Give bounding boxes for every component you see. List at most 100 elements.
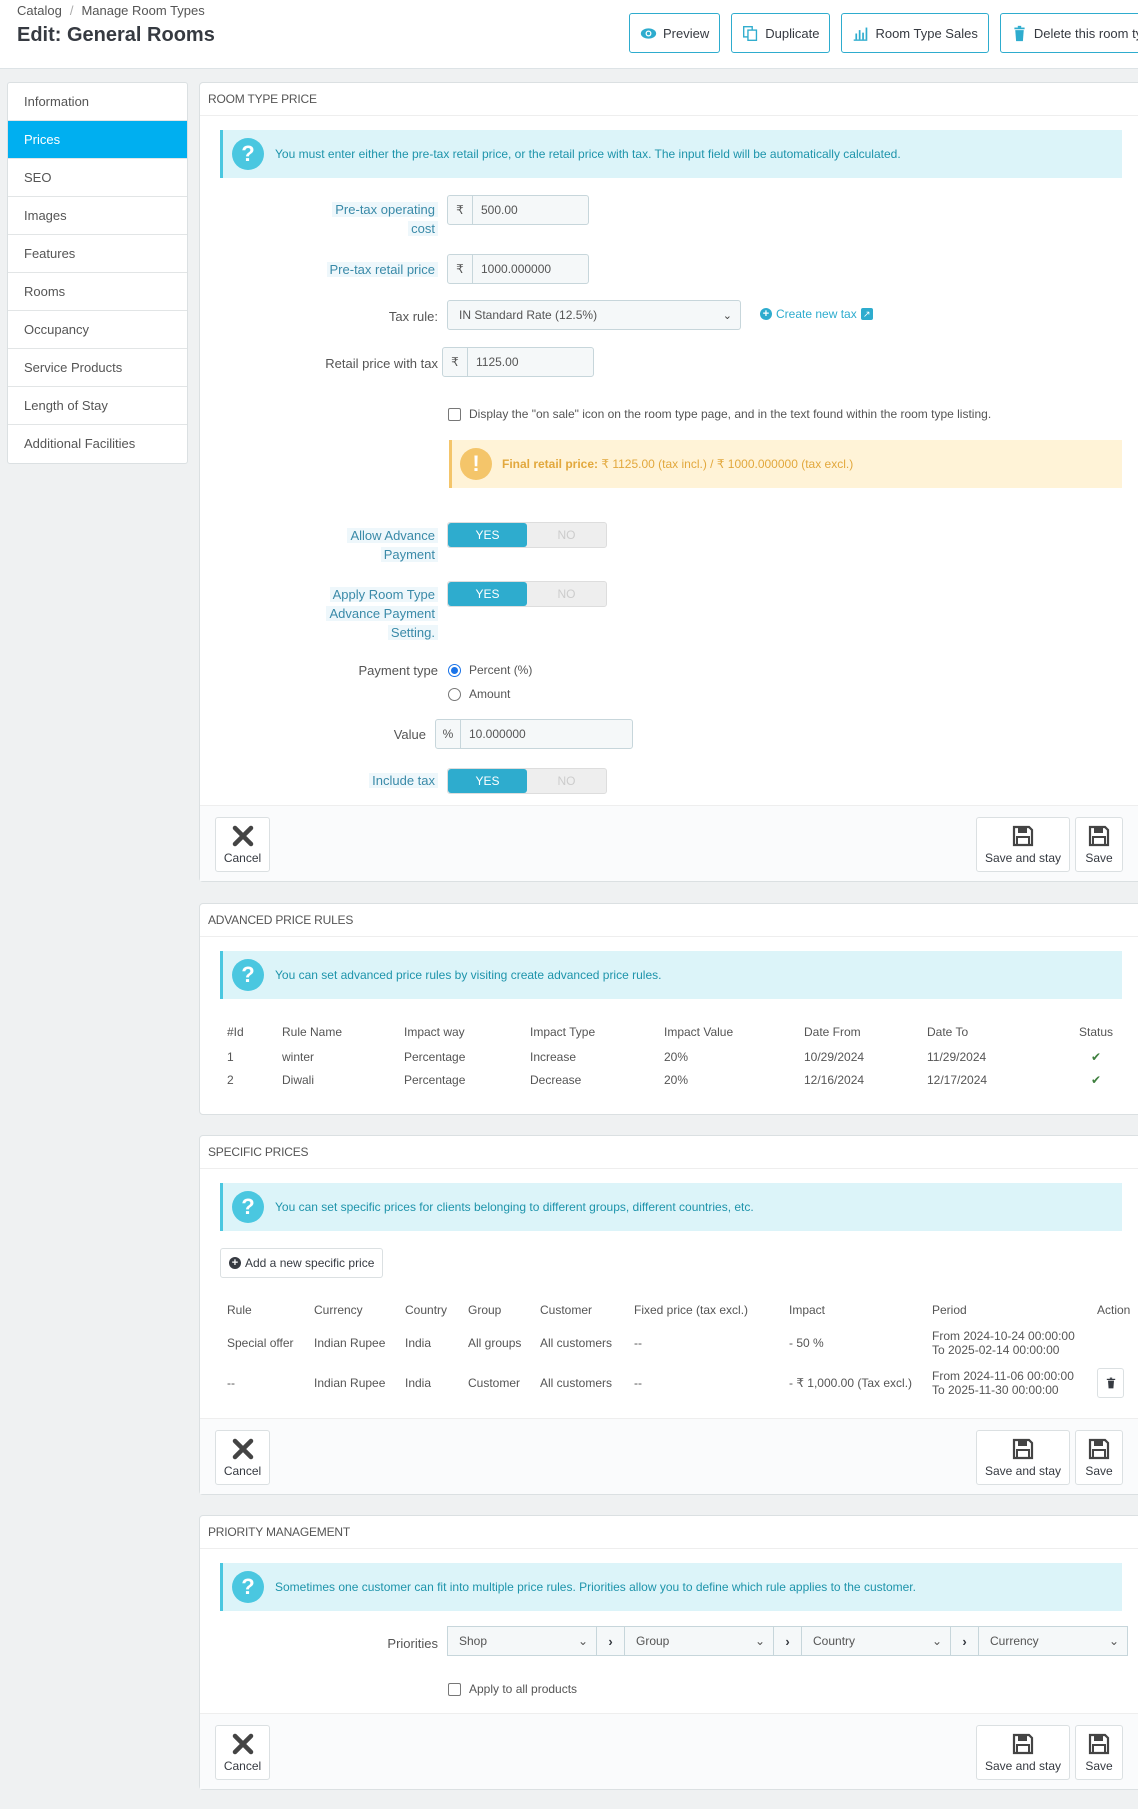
breadcrumb-separator: / (69, 3, 74, 18)
info-text: You must enter either the pre-tax retail… (275, 147, 901, 161)
switch-yes[interactable]: YES (448, 523, 527, 547)
apply-to-all-checkbox[interactable] (448, 1682, 461, 1696)
save-and-stay-button[interactable]: Save and stay (976, 1725, 1070, 1780)
floppy-disk-icon (1012, 1438, 1034, 1460)
add-specific-price-button[interactable]: + Add a new specific price (220, 1248, 384, 1278)
breadcrumb-manage-room-types[interactable]: Manage Room Types (81, 3, 204, 18)
create-new-tax-link[interactable]: + Create new tax ↗ (760, 307, 873, 321)
preview-button[interactable]: Preview (629, 13, 721, 53)
tax-rule-label: Tax rule: (388, 309, 438, 324)
priority-select-2[interactable]: Group ⌄ (624, 1626, 774, 1656)
pretax-cost-input[interactable]: ₹ 500.00 (447, 195, 589, 225)
save-and-stay-button[interactable]: Save and stay (976, 817, 1070, 872)
breadcrumb: Catalog / Manage Room Types (17, 3, 205, 18)
delete-room-type-button[interactable]: Delete this room type (999, 13, 1138, 53)
priority-select-1[interactable]: Shop ⌄ (447, 1626, 597, 1656)
duplicate-button[interactable]: Duplicate (731, 13, 831, 53)
question-icon: ? (232, 1571, 264, 1603)
cancel-button[interactable]: Cancel (215, 817, 270, 872)
trash-icon (1106, 1377, 1115, 1389)
chevron-right-icon: › (774, 1626, 801, 1656)
currency-addon: ₹ (443, 348, 468, 376)
panel-footer: Cancel Save and stay Save (200, 1713, 1138, 1789)
create-advanced-price-rules-link[interactable]: create advanced price rules. (511, 968, 662, 982)
switch-no[interactable]: NO (527, 582, 606, 606)
save-button[interactable]: Save (1075, 1430, 1123, 1485)
chevron-right-icon: › (597, 1626, 624, 1656)
delete-specific-price-button[interactable] (1097, 1368, 1124, 1398)
table-header-row: Rule Currency Country Group Customer Fix… (227, 1303, 1131, 1317)
toolbar: Preview Duplicate Room Type Sales Delete… (629, 13, 1138, 53)
sidebar-tabs: Information Prices SEO Images Features R… (7, 82, 188, 464)
bar-chart-icon (854, 27, 868, 41)
plus-circle-icon: + (229, 1257, 241, 1269)
panel-heading: Advanced Price Rules (200, 904, 1138, 937)
chevron-down-icon: ⌄ (931, 1634, 942, 1648)
switch-yes[interactable]: YES (448, 769, 527, 793)
pretax-retail-input[interactable]: ₹ 1000.000000 (447, 254, 589, 284)
sidebar-item-length-of-stay[interactable]: Length of Stay (8, 387, 187, 425)
panel-footer: Cancel Save and stay Save (200, 1418, 1138, 1494)
room-type-sales-button[interactable]: Room Type Sales (841, 13, 989, 53)
switch-no[interactable]: NO (527, 769, 606, 793)
sidebar-item-features[interactable]: Features (8, 235, 187, 273)
breadcrumb-catalog[interactable]: Catalog (17, 3, 62, 18)
priority-select-3[interactable]: Country ⌄ (801, 1626, 951, 1656)
check-icon: ✔ (1090, 1072, 1102, 1087)
tax-rule-select[interactable]: IN Standard Rate (12.5%) ⌄ (447, 300, 741, 330)
sidebar-item-images[interactable]: Images (8, 197, 187, 235)
close-icon (232, 1733, 253, 1755)
sidebar-item-information[interactable]: Information (8, 83, 187, 121)
priority-select-4[interactable]: Currency ⌄ (978, 1626, 1128, 1656)
final-price-alert: ! Final retail price: ₹ 1125.00 (tax inc… (449, 440, 1122, 488)
apply-setting-label: Apply Room Type Advance Payment Setting. (260, 585, 438, 642)
save-button[interactable]: Save (1075, 817, 1123, 872)
save-button[interactable]: Save (1075, 1725, 1123, 1780)
switch-yes[interactable]: YES (448, 582, 527, 606)
priorities-label: Priorities (387, 1636, 438, 1651)
advanced-rules-table: #Id Rule Name Impact way Impact Type Imp… (227, 1019, 1137, 1091)
chevron-down-icon: ⌄ (577, 1634, 588, 1648)
cancel-button[interactable]: Cancel (215, 1725, 270, 1780)
value-input[interactable]: % 10.000000 (435, 719, 633, 749)
value-label: Value (393, 727, 426, 742)
sidebar-item-service-products[interactable]: Service Products (8, 349, 187, 387)
pretax-retail-label: Pre-tax retail price (260, 260, 438, 279)
close-icon (232, 1438, 253, 1460)
floppy-disk-icon (1088, 1438, 1110, 1460)
percent-radio[interactable] (448, 663, 461, 677)
trash-icon (1014, 25, 1025, 41)
floppy-disk-icon (1088, 1733, 1110, 1755)
percent-addon: % (436, 720, 461, 748)
info-alert: ? You can set advanced price rules by vi… (220, 951, 1122, 999)
payment-option-percent[interactable]: Percent (%) (448, 663, 532, 677)
payment-type-label: Payment type (358, 663, 439, 678)
panel-heading: Specific Prices (200, 1136, 1138, 1169)
chevron-down-icon: ⌄ (1108, 1634, 1119, 1648)
apply-setting-switch[interactable]: YES NO (447, 581, 607, 607)
sidebar-item-seo[interactable]: SEO (8, 159, 187, 197)
pretax-cost-label: Pre-tax operating cost (260, 200, 438, 238)
table-row: 1 winter Percentage Increase 20% 10/29/2… (227, 1049, 1102, 1064)
sidebar-item-prices[interactable]: Prices (8, 121, 187, 159)
sidebar-item-occupancy[interactable]: Occupancy (8, 311, 187, 349)
sidebar-item-rooms[interactable]: Rooms (8, 273, 187, 311)
save-and-stay-button[interactable]: Save and stay (976, 1430, 1070, 1485)
info-alert: ? You must enter either the pre-tax reta… (220, 130, 1122, 178)
payment-option-amount[interactable]: Amount (448, 687, 510, 701)
info-alert: ? Sometimes one customer can fit into mu… (220, 1563, 1122, 1611)
retail-with-tax-input[interactable]: ₹ 1125.00 (442, 347, 594, 377)
delete-room-type-label: Delete this room type (1033, 25, 1138, 41)
floppy-disk-icon (1012, 1733, 1034, 1755)
allow-advance-switch[interactable]: YES NO (447, 522, 607, 548)
copy-icon (743, 25, 758, 41)
include-tax-switch[interactable]: YES NO (447, 768, 607, 794)
eye-icon (640, 27, 657, 39)
switch-no[interactable]: NO (527, 523, 606, 547)
sidebar-item-additional-facilities[interactable]: Additional Facilities (8, 425, 187, 463)
advanced-price-rules-panel: Advanced Price Rules ? You can set advan… (199, 903, 1138, 1115)
amount-radio[interactable] (448, 687, 461, 701)
panel-heading: Room Type Price (200, 83, 1138, 116)
on-sale-checkbox[interactable] (448, 407, 461, 421)
cancel-button[interactable]: Cancel (215, 1430, 270, 1485)
